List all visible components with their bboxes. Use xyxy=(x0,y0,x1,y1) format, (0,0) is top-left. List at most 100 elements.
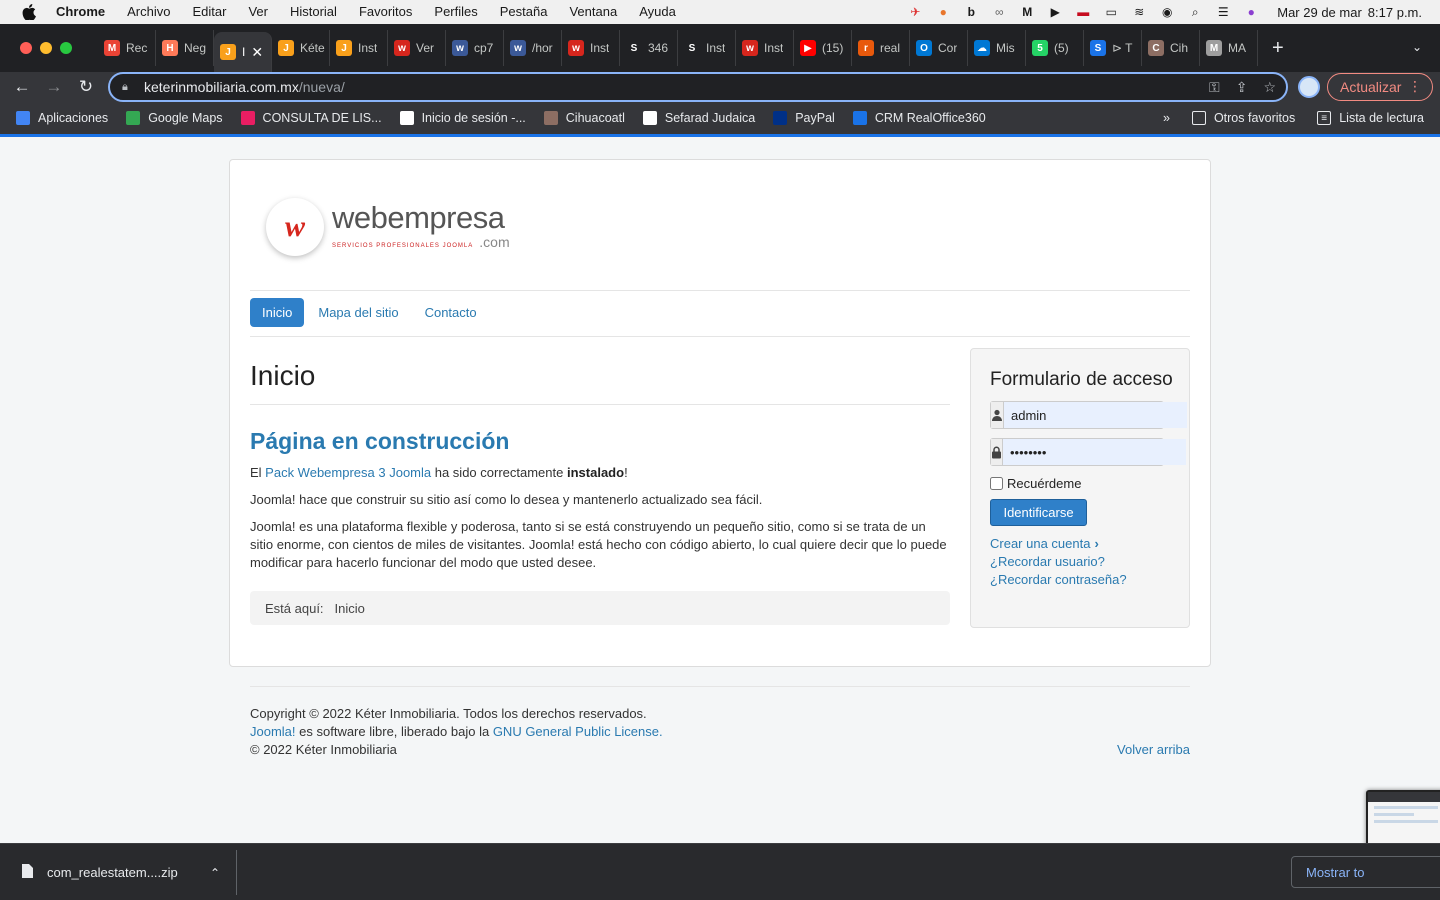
remember-me[interactable]: Recuérdeme xyxy=(990,476,1081,491)
creative-cloud-icon[interactable]: ∞ xyxy=(990,4,1008,20)
browser-tab[interactable]: M MA xyxy=(1200,30,1258,66)
new-tab-button[interactable]: + xyxy=(1272,37,1284,60)
create-account-link[interactable]: Crear una cuenta › xyxy=(990,535,1127,553)
browser-tab[interactable]: J I ✕ xyxy=(214,32,272,72)
browser-tab[interactable]: O Cor xyxy=(910,30,968,66)
wifi-icon[interactable]: ≋ xyxy=(1130,4,1148,20)
other-bookmarks-folder[interactable]: Otros favoritos xyxy=(1191,111,1295,125)
nav-inicio[interactable]: Inicio xyxy=(250,298,305,327)
show-all-downloads-button[interactable]: Mostrar to xyxy=(1291,856,1440,888)
browser-tab[interactable]: r real xyxy=(852,30,910,66)
forgot-username-link[interactable]: ¿Recordar usuario? xyxy=(990,553,1127,571)
bookmark-item[interactable]: CONSULTA DE LIS... xyxy=(240,111,382,125)
tab-favicon-icon: w xyxy=(568,40,584,56)
spotlight-search-icon[interactable]: ⌕ xyxy=(1186,4,1204,20)
menu-archivo[interactable]: Archivo xyxy=(116,0,181,24)
zoom-window-button[interactable] xyxy=(60,42,72,54)
browser-tab[interactable]: ▶ (15) xyxy=(794,30,852,66)
bookmarks-overflow-button[interactable]: » xyxy=(1163,111,1170,125)
login-submit-button[interactable]: Identificarse xyxy=(990,499,1087,526)
minimize-window-button[interactable] xyxy=(40,42,52,54)
profile-avatar[interactable] xyxy=(1298,76,1320,98)
user-account-icon[interactable]: ◉ xyxy=(1158,4,1176,20)
menu-app-chrome[interactable]: Chrome xyxy=(56,0,116,24)
browser-tab[interactable]: S Inst xyxy=(678,30,736,66)
forward-button[interactable]: → xyxy=(44,77,64,97)
siri-icon[interactable]: ● xyxy=(1242,4,1260,20)
browser-tab[interactable]: w/hor xyxy=(504,30,562,66)
menubar-clock[interactable]: Mar 29 de mar 8:17 p.m. xyxy=(1277,5,1422,20)
back-button[interactable]: ← xyxy=(12,77,32,97)
bookmark-item[interactable]: Inicio de sesión -... xyxy=(399,111,526,125)
menu-editar[interactable]: Editar xyxy=(181,0,237,24)
browser-tab[interactable]: J Kéte xyxy=(272,30,330,66)
menu-favoritos[interactable]: Favoritos xyxy=(348,0,423,24)
menu-ver[interactable]: Ver xyxy=(237,0,279,24)
browser-tab[interactable]: ☁ Mis xyxy=(968,30,1026,66)
bookmark-item[interactable]: CRM RealOffice360 xyxy=(852,111,986,125)
menubar-status-area: ✈ ● b ∞ M ▶ ▬ ▭ ≋ ◉ ⌕ ☰ ● Mar 29 de mar 8… xyxy=(901,0,1440,24)
pack-webempresa-link[interactable]: Pack Webempresa 3 Joomla xyxy=(265,465,431,480)
bookmark-item[interactable]: Sefarad Judaica xyxy=(642,111,755,125)
remember-me-checkbox[interactable] xyxy=(990,477,1003,490)
forgot-password-link[interactable]: ¿Recordar contraseña? xyxy=(990,571,1127,589)
play-icon[interactable]: ▶ xyxy=(1046,4,1064,20)
bookmark-star-icon[interactable]: ☆ xyxy=(1263,79,1276,96)
reload-button[interactable]: ↻ xyxy=(76,77,96,97)
bitdefender-icon[interactable]: b xyxy=(962,4,980,20)
apple-icon[interactable] xyxy=(20,0,38,24)
article-paragraph-2: Joomla! hace que construir su sitio así … xyxy=(250,492,763,507)
browser-tab[interactable]: w Ver xyxy=(388,30,446,66)
bookmark-item[interactable]: Cihuacoatl xyxy=(543,111,625,125)
menu-historial[interactable]: Historial xyxy=(279,0,348,24)
close-tab-icon[interactable]: ✕ xyxy=(251,44,263,61)
nav-contacto[interactable]: Contacto xyxy=(413,298,489,327)
back-to-top-link[interactable]: Volver arriba xyxy=(1117,741,1190,759)
bookmark-item[interactable]: Aplicaciones xyxy=(16,111,108,125)
malwarebytes-icon[interactable]: M xyxy=(1018,4,1036,20)
input-source-flag-icon[interactable]: ▬ xyxy=(1074,4,1092,20)
kebab-menu-icon[interactable]: ⋮ xyxy=(1408,78,1422,95)
bookmark-favicon-icon xyxy=(543,111,558,125)
menu-ayuda[interactable]: Ayuda xyxy=(628,0,687,24)
browser-tab[interactable]: w Inst xyxy=(736,30,794,66)
bookmark-item[interactable]: PayPal xyxy=(773,111,835,125)
squirrel-icon[interactable]: ● xyxy=(934,4,952,20)
close-window-button[interactable] xyxy=(20,42,32,54)
gpl-link[interactable]: GNU General Public License. xyxy=(493,724,663,739)
browser-tab[interactable]: H Neg xyxy=(156,30,214,66)
notification-icon[interactable]: ✈ xyxy=(906,4,924,20)
bookmark-item[interactable]: Google Maps xyxy=(126,111,223,125)
control-center-icon[interactable]: ☰ xyxy=(1214,4,1232,20)
menu-pestana[interactable]: Pestaña xyxy=(489,0,559,24)
article-title[interactable]: Página en construcción xyxy=(250,427,950,455)
address-bar[interactable]: 🔒︎ keterinmobiliaria.com.mx/nueva/ ⚿ ⇪ ☆ xyxy=(108,72,1288,102)
browser-tab[interactable]: C Cih xyxy=(1142,30,1200,66)
menu-perfiles[interactable]: Perfiles xyxy=(423,0,488,24)
bookmark-favicon-icon xyxy=(16,111,30,125)
download-item[interactable]: com_realestatem....zip ⌃ xyxy=(0,850,237,895)
nav-mapa-del-sitio[interactable]: Mapa del sitio xyxy=(306,298,410,327)
clock-time: 8:17 p.m. xyxy=(1367,4,1422,20)
webempresa-logo[interactable]: w webempresa SERVICIOS PROFESIONALES JOO… xyxy=(266,198,510,256)
password-key-icon[interactable]: ⚿ xyxy=(1209,79,1220,96)
tab-search-icon[interactable]: ⌄ xyxy=(1412,40,1422,54)
browser-tab[interactable]: M Rec xyxy=(98,30,156,66)
username-input[interactable] xyxy=(1004,402,1187,428)
browser-tab[interactable]: 5 (5) xyxy=(1026,30,1084,66)
browser-tab[interactable]: w cp7 xyxy=(446,30,504,66)
browser-tab[interactable]: J Inst xyxy=(330,30,388,66)
browser-tab[interactable]: S 346 xyxy=(620,30,678,66)
browser-tab[interactable]: w Inst xyxy=(562,30,620,66)
password-input[interactable] xyxy=(1003,439,1186,465)
chevron-up-icon[interactable]: ⌃ xyxy=(210,866,220,880)
reading-list-button[interactable]: ≡ Lista de lectura xyxy=(1317,111,1424,125)
browser-tab[interactable]: S ⊳ T xyxy=(1084,30,1142,66)
joomla-link[interactable]: Joomla! xyxy=(250,724,296,739)
update-chrome-button[interactable]: Actualizar ⋮ xyxy=(1327,73,1433,101)
share-icon[interactable]: ⇪ xyxy=(1236,79,1248,96)
lock-icon[interactable]: 🔒︎ xyxy=(122,81,136,94)
tab-title: (15) xyxy=(822,41,844,55)
menu-ventana[interactable]: Ventana xyxy=(558,0,628,24)
battery-icon[interactable]: ▭ xyxy=(1102,4,1120,20)
